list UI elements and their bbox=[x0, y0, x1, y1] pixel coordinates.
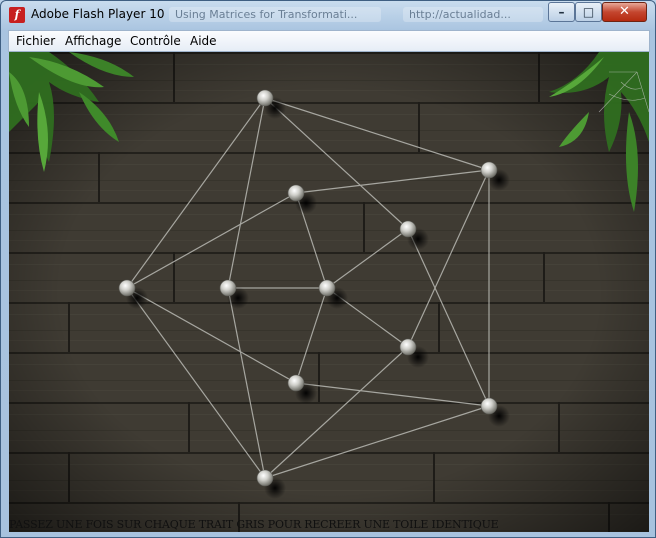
menu-bar: Fichier Affichage Contrôle Aide bbox=[8, 30, 650, 52]
window-title: Adobe Flash Player 10 bbox=[31, 7, 165, 21]
game-stage[interactable] bbox=[9, 52, 649, 532]
close-icon: ✕ bbox=[619, 4, 630, 19]
background-window-tab-2: http://actualidad... bbox=[403, 7, 543, 22]
pin-head[interactable] bbox=[399, 338, 417, 356]
minimize-icon: – bbox=[558, 5, 565, 19]
pin-head[interactable] bbox=[480, 397, 498, 415]
flash-player-icon: f bbox=[9, 7, 25, 23]
maximize-icon: □ bbox=[582, 5, 595, 19]
instruction-text: PASSEZ UNE FOIS SUR CHAQUE TRAIT GRIS PO… bbox=[9, 518, 499, 531]
pin-head[interactable] bbox=[287, 184, 305, 202]
pin-head[interactable] bbox=[399, 220, 417, 238]
game-canvas[interactable] bbox=[9, 52, 649, 532]
menu-affichage[interactable]: Affichage bbox=[65, 34, 121, 48]
pin-head[interactable] bbox=[219, 279, 237, 297]
pin-head[interactable] bbox=[256, 469, 274, 487]
pin-head[interactable] bbox=[287, 374, 305, 392]
pin-head[interactable] bbox=[480, 161, 498, 179]
close-button[interactable]: ✕ bbox=[602, 2, 647, 22]
background-window-tab-1: Using Matrices for Transformati... bbox=[169, 7, 381, 22]
menu-fichier[interactable]: Fichier bbox=[16, 34, 55, 48]
minimize-button[interactable]: – bbox=[548, 2, 575, 22]
pin-head[interactable] bbox=[256, 89, 274, 107]
pin-head[interactable] bbox=[318, 279, 336, 297]
maximize-button[interactable]: □ bbox=[575, 2, 602, 22]
menu-aide[interactable]: Aide bbox=[190, 34, 217, 48]
title-bar[interactable]: f Adobe Flash Player 10 Using Matrices f… bbox=[1, 1, 655, 29]
flash-player-window: f Adobe Flash Player 10 Using Matrices f… bbox=[0, 0, 656, 538]
menu-controle[interactable]: Contrôle bbox=[130, 34, 181, 48]
pin-head[interactable] bbox=[118, 279, 136, 297]
